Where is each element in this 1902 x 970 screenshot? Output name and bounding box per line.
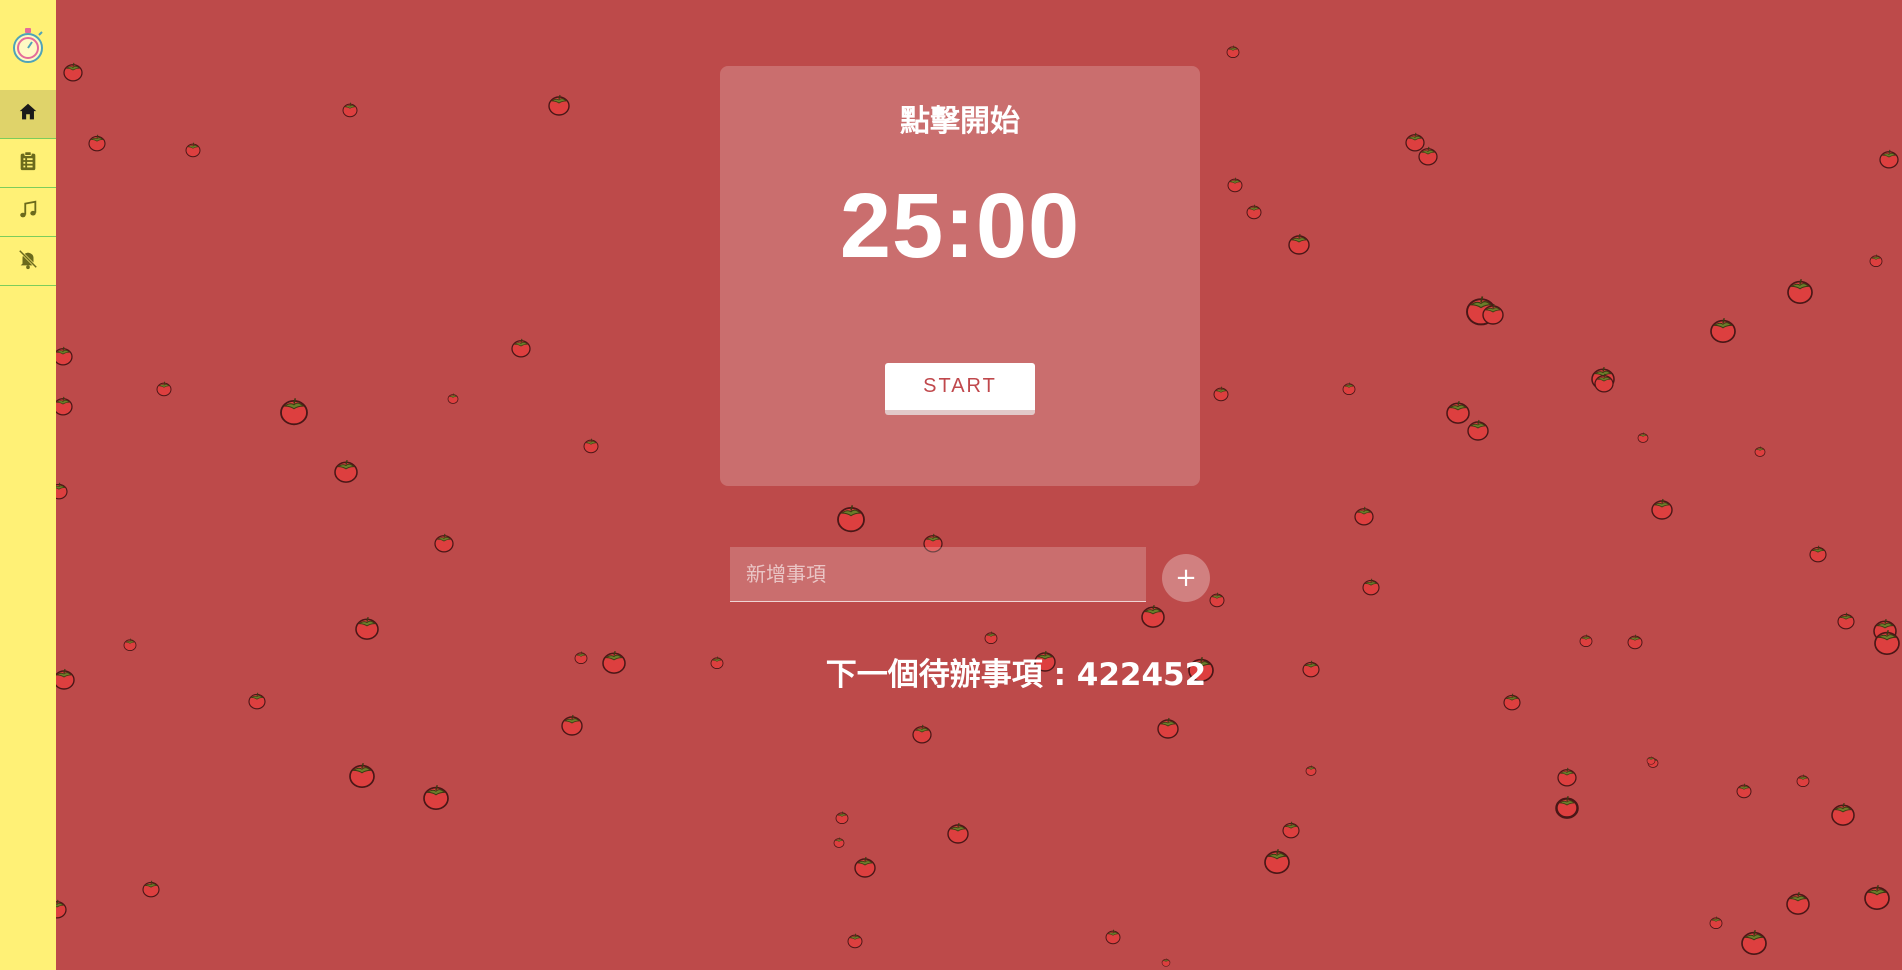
pomodoro-app: 點擊開始 25:00 START + 下一個待辦事項 : 422452 [0, 0, 1902, 970]
sidebar [0, 0, 56, 970]
home-icon [17, 101, 39, 127]
music-note-icon [17, 199, 39, 225]
timer-card: 點擊開始 25:00 START [720, 66, 1200, 486]
sidebar-item-todo-list[interactable] [0, 139, 56, 188]
timer-display: 25:00 [839, 175, 1081, 277]
next-todo-label: 下一個待辦事項 : [825, 657, 1077, 693]
add-todo-button[interactable]: + [1162, 554, 1210, 602]
sidebar-item-music[interactable] [0, 188, 56, 237]
next-todo-text: 下一個待辦事項 : 422452 [730, 649, 1302, 694]
next-todo-value: 422452 [1076, 657, 1207, 693]
sidebar-item-home[interactable] [0, 90, 56, 139]
timer-title: 點擊開始 [900, 104, 1020, 139]
stopwatch-logo-icon [0, 0, 56, 90]
sidebar-item-notifications-off[interactable] [0, 237, 56, 286]
new-todo-input[interactable] [730, 547, 1146, 602]
clipboard-list-icon [17, 150, 39, 176]
bell-off-icon [17, 248, 39, 274]
start-button[interactable]: START [885, 363, 1035, 415]
main-content: 點擊開始 25:00 START + 下一個待辦事項 : 422452 [56, 0, 1902, 970]
